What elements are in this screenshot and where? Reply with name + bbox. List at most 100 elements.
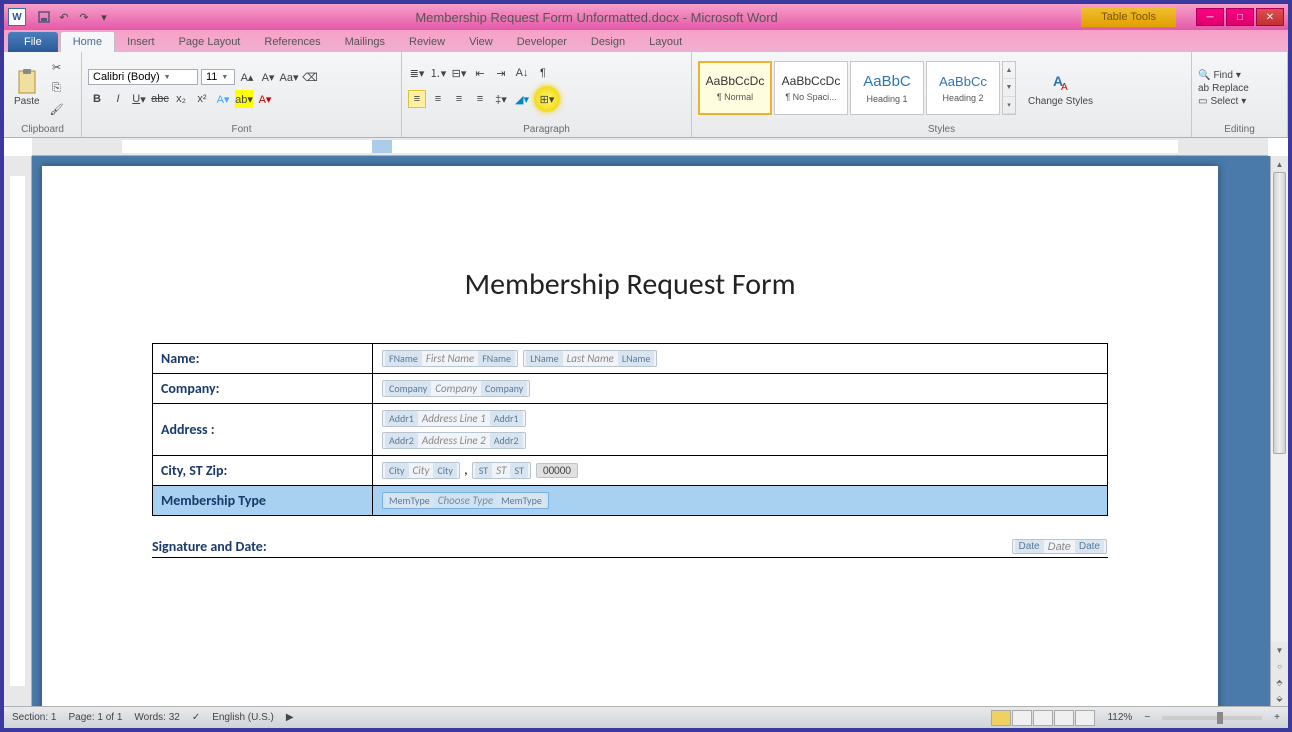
file-tab[interactable]: File — [8, 32, 58, 52]
undo-icon[interactable]: ↶ — [56, 9, 72, 25]
shading-icon[interactable]: ◢▾ — [513, 90, 531, 108]
styles-scroll[interactable]: ▲▼▾ — [1002, 61, 1016, 115]
increase-indent-icon[interactable]: ⇥ — [492, 64, 510, 82]
status-page[interactable]: Page: 1 of 1 — [68, 712, 122, 723]
multilevel-list-icon[interactable]: ⊟▾ — [450, 64, 468, 82]
cell-city[interactable]: CityCityCity , STSTST 00000 — [373, 456, 1108, 486]
content-control-date[interactable]: DateDateDate — [1012, 539, 1108, 554]
tab-mailings[interactable]: Mailings — [333, 32, 397, 52]
content-control-lname[interactable]: LNameLast NameLName — [523, 350, 657, 367]
align-left-button[interactable]: ≡ — [408, 90, 426, 108]
subscript-button[interactable]: x₂ — [172, 90, 190, 108]
sort-icon[interactable]: A↓ — [513, 64, 531, 82]
status-section[interactable]: Section: 1 — [12, 712, 56, 723]
cell-memtype[interactable]: MemTypeChoose TypeMemType — [373, 486, 1108, 516]
numbering-icon[interactable]: ⒈▾ — [429, 64, 447, 82]
decrease-indent-icon[interactable]: ⇤ — [471, 64, 489, 82]
save-icon[interactable] — [36, 9, 52, 25]
redo-icon[interactable]: ↷ — [76, 9, 92, 25]
horizontal-ruler[interactable] — [32, 138, 1268, 156]
tab-layout[interactable]: Layout — [637, 32, 694, 52]
outline-view[interactable] — [1054, 710, 1074, 726]
cell-address[interactable]: Addr1Address Line 1Addr1 Addr2Address Li… — [373, 404, 1108, 456]
next-page-icon[interactable]: ⬙ — [1271, 690, 1288, 706]
tab-view[interactable]: View — [457, 32, 505, 52]
scroll-track[interactable] — [1271, 172, 1288, 642]
content-control-memtype[interactable]: MemTypeChoose TypeMemType — [382, 492, 549, 509]
change-case-icon[interactable]: Aa▾ — [280, 68, 298, 86]
underline-button[interactable]: U▾ — [130, 90, 148, 108]
prev-page-icon[interactable]: ⬘ — [1271, 674, 1288, 690]
tab-references[interactable]: References — [252, 32, 332, 52]
browse-object-icon[interactable]: ○ — [1271, 658, 1288, 674]
content-control-addr1[interactable]: Addr1Address Line 1Addr1 — [382, 410, 526, 427]
content-control-state[interactable]: STSTST — [472, 462, 531, 479]
content-control-company[interactable]: CompanyCompanyCompany — [382, 380, 530, 397]
close-button[interactable]: ✕ — [1256, 8, 1284, 26]
tab-insert[interactable]: Insert — [115, 32, 167, 52]
justify-button[interactable]: ≡ — [471, 90, 489, 108]
macro-icon[interactable]: ▶ — [286, 712, 294, 723]
italic-button[interactable]: I — [109, 90, 127, 108]
shrink-font-icon[interactable]: A▾ — [259, 68, 277, 86]
draft-view[interactable] — [1075, 710, 1095, 726]
vertical-ruler[interactable] — [4, 156, 32, 706]
qat-dropdown-icon[interactable]: ▾ — [96, 9, 112, 25]
content-control-city[interactable]: CityCityCity — [382, 462, 460, 479]
cell-company[interactable]: CompanyCompanyCompany — [373, 374, 1108, 404]
zoom-slider[interactable] — [1162, 716, 1262, 720]
proofing-icon[interactable]: ✓ — [192, 712, 200, 723]
content-control-addr2[interactable]: Addr2Address Line 2Addr2 — [382, 432, 526, 449]
style-heading-1[interactable]: AaBbCHeading 1 — [850, 61, 924, 115]
zoom-level[interactable]: 112% — [1107, 712, 1132, 723]
zoom-out-icon[interactable]: − — [1144, 712, 1150, 723]
style-normal[interactable]: AaBbCcDc¶ Normal — [698, 61, 772, 115]
format-painter-icon[interactable]: 🖌 — [48, 100, 66, 118]
content-control-zip[interactable]: 00000 — [536, 463, 578, 478]
tab-review[interactable]: Review — [397, 32, 457, 52]
minimize-button[interactable]: ─ — [1196, 8, 1224, 26]
scroll-down-icon[interactable]: ▼ — [1271, 642, 1288, 658]
tab-developer[interactable]: Developer — [505, 32, 579, 52]
font-size-combo[interactable]: 11▼ — [201, 69, 235, 85]
style-no-spacing[interactable]: AaBbCcDc¶ No Spaci... — [774, 61, 848, 115]
clear-formatting-icon[interactable]: ⌫ — [301, 68, 319, 86]
tab-home[interactable]: Home — [60, 31, 115, 52]
zoom-handle[interactable] — [1217, 712, 1223, 724]
bold-button[interactable]: B — [88, 90, 106, 108]
vertical-scrollbar[interactable]: ▲ ▼ ○ ⬘ ⬙ — [1270, 156, 1288, 706]
status-language[interactable]: English (U.S.) — [212, 712, 274, 723]
show-marks-icon[interactable]: ¶ — [534, 64, 552, 82]
superscript-button[interactable]: x² — [193, 90, 211, 108]
bullets-icon[interactable]: ≣▾ — [408, 64, 426, 82]
strikethrough-button[interactable]: abc — [151, 90, 169, 108]
replace-button[interactable]: abReplace — [1198, 83, 1249, 94]
font-color-icon[interactable]: A▾ — [256, 90, 274, 108]
page[interactable]: Membership Request Form Name: FNameFirst… — [42, 166, 1218, 706]
maximize-button[interactable]: □ — [1226, 8, 1254, 26]
scroll-up-icon[interactable]: ▲ — [1271, 156, 1288, 172]
change-styles-button[interactable]: AA Change Styles — [1024, 68, 1097, 109]
tab-design[interactable]: Design — [579, 32, 637, 52]
tab-page-layout[interactable]: Page Layout — [167, 32, 253, 52]
text-effects-icon[interactable]: A▾ — [214, 90, 232, 108]
cell-name[interactable]: FNameFirst NameFName LNameLast NameLName — [373, 344, 1108, 374]
print-layout-view[interactable] — [991, 710, 1011, 726]
select-button[interactable]: ▭Select▾ — [1198, 96, 1249, 107]
scroll-thumb[interactable] — [1273, 172, 1286, 454]
document-scroll[interactable]: Membership Request Form Name: FNameFirst… — [32, 156, 1270, 706]
copy-icon[interactable]: ⎘ — [48, 79, 66, 97]
line-spacing-icon[interactable]: ‡▾ — [492, 90, 510, 108]
content-control-fname[interactable]: FNameFirst NameFName — [382, 350, 518, 367]
align-right-button[interactable]: ≡ — [450, 90, 468, 108]
web-layout-view[interactable] — [1033, 710, 1053, 726]
style-heading-2[interactable]: AaBbCcHeading 2 — [926, 61, 1000, 115]
highlight-icon[interactable]: ab▾ — [235, 90, 253, 108]
paste-button[interactable]: Paste — [10, 68, 44, 109]
grow-font-icon[interactable]: A▴ — [238, 68, 256, 86]
find-button[interactable]: 🔍Find▾ — [1198, 70, 1249, 81]
fullscreen-view[interactable] — [1012, 710, 1032, 726]
zoom-in-icon[interactable]: + — [1274, 712, 1280, 723]
borders-button[interactable]: ⊞▾ — [534, 86, 560, 112]
styles-expand-icon[interactable]: ▾ — [1003, 97, 1015, 114]
